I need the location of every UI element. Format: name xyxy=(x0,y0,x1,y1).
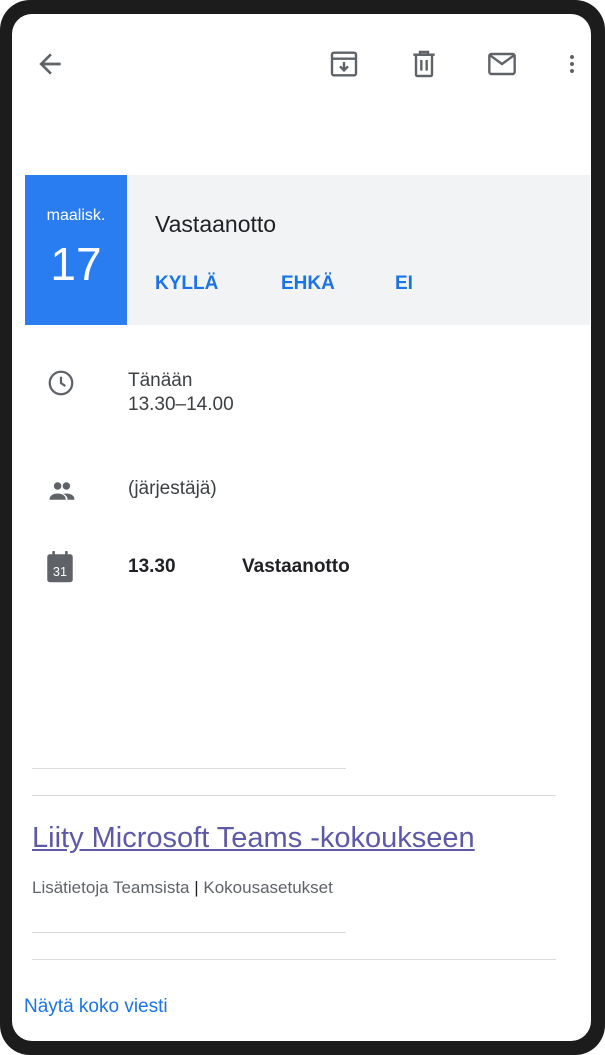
event-when-time: 13.30–14.00 xyxy=(128,394,234,415)
more-vert-icon[interactable] xyxy=(560,48,584,80)
divider xyxy=(32,959,556,960)
learn-more-teams-link[interactable]: Lisätietoja Teamsista xyxy=(32,878,190,897)
top-toolbar xyxy=(12,14,591,114)
join-teams-meeting-link[interactable]: Liity Microsoft Teams -kokoukseen xyxy=(32,822,475,855)
divider xyxy=(32,795,556,796)
mail-icon[interactable] xyxy=(486,48,518,80)
organizer-text: (järjestäjä) xyxy=(128,478,217,499)
show-full-message-link[interactable]: Näytä koko viesti xyxy=(24,996,168,1018)
event-month: maalisk. xyxy=(46,207,106,224)
agenda-time: 13.30 xyxy=(128,556,176,577)
link-separator: | xyxy=(194,878,199,897)
rsvp-yes-button[interactable]: KYLLÄ xyxy=(155,273,218,295)
teams-sub-links: Lisätietoja Teamsista | Kokousasetukset xyxy=(32,878,333,898)
date-block: maalisk. 17 xyxy=(25,175,127,325)
agenda-title: Vastaanotto xyxy=(242,556,350,577)
event-title: Vastaanotto xyxy=(155,211,277,237)
event-day: 17 xyxy=(50,238,102,290)
people-icon xyxy=(49,482,75,500)
mail-screen: maalisk. 17 Vastaanotto KYLLÄ EHKÄ EI Tä… xyxy=(12,14,591,1041)
archive-icon[interactable] xyxy=(328,48,360,80)
meeting-options-link[interactable]: Kokousasetukset xyxy=(203,878,332,897)
clock-icon xyxy=(48,370,74,396)
rsvp-maybe-button[interactable]: EHKÄ xyxy=(281,273,335,295)
event-when-day: Tänään xyxy=(128,370,193,391)
device-frame: maalisk. 17 Vastaanotto KYLLÄ EHKÄ EI Tä… xyxy=(0,0,605,1055)
trash-icon[interactable] xyxy=(408,48,440,80)
rsvp-no-button[interactable]: EI xyxy=(395,273,413,295)
calendar-icon-day: 31 xyxy=(53,564,67,579)
divider xyxy=(32,932,346,933)
event-card: maalisk. 17 Vastaanotto KYLLÄ EHKÄ EI xyxy=(25,175,590,325)
arrow-back-icon[interactable] xyxy=(34,48,66,80)
calendar-icon: 31 xyxy=(47,551,73,583)
divider xyxy=(32,768,346,769)
